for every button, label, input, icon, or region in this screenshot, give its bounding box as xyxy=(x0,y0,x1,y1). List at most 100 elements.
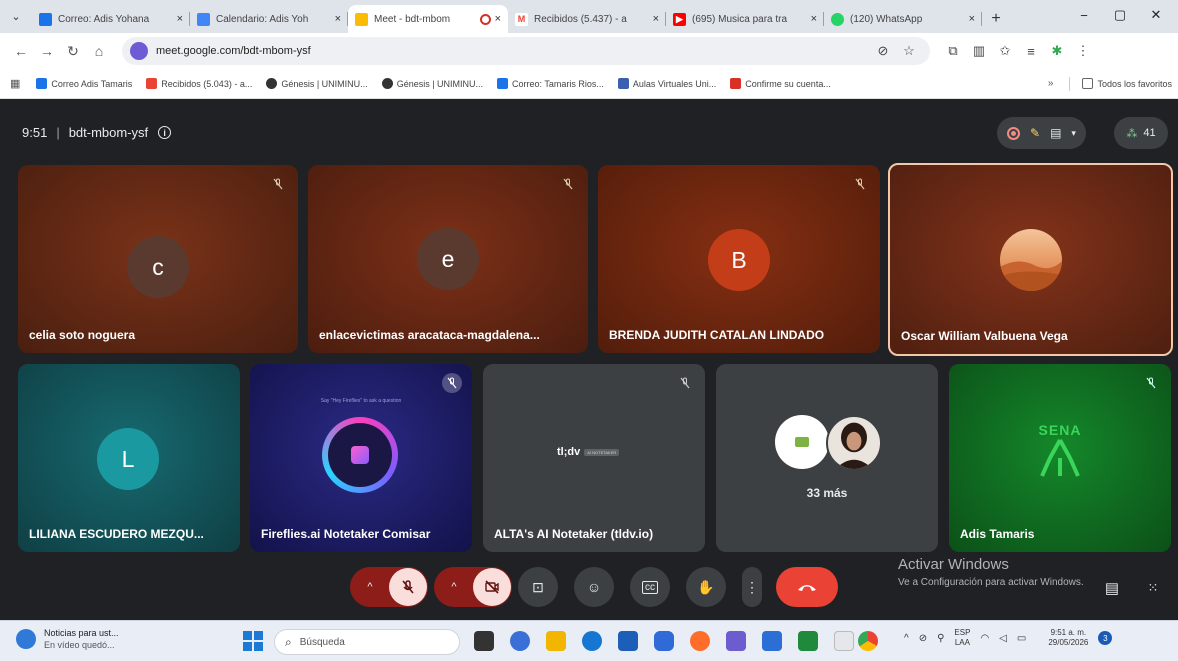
tab-close-icon[interactable]: × xyxy=(495,13,501,25)
mic-options-chevron-icon[interactable]: ^ xyxy=(351,581,389,593)
teams-icon[interactable] xyxy=(726,631,746,651)
present-icon: ⊡ xyxy=(532,578,544,595)
people-button[interactable]: ⁂ 41 xyxy=(1114,117,1168,149)
news-widget[interactable]: Noticias para ust... En vídeo quedó... xyxy=(16,628,119,650)
bookmark-item[interactable]: Aulas Virtuales Uni... xyxy=(617,78,716,89)
excel-icon[interactable] xyxy=(798,631,818,651)
all-bookmarks-button[interactable]: Todos los favoritos xyxy=(1082,78,1172,89)
participant-tile[interactable]: L LILIANA ESCUDERO MEZQU... xyxy=(18,364,240,552)
calendar-icon xyxy=(197,12,210,26)
close-window-button[interactable]: ✕ xyxy=(1138,0,1174,30)
favorites-icon[interactable]: ✩ xyxy=(992,38,1018,64)
captions-icon[interactable]: ▤ xyxy=(1050,126,1061,140)
extensions-icon[interactable]: ⧉ xyxy=(940,38,966,64)
notification-badge[interactable]: 3 xyxy=(1098,631,1113,645)
new-tab-button[interactable]: + xyxy=(982,5,1010,33)
extension-puzzle-icon[interactable]: ✱ xyxy=(1044,38,1070,64)
language-indicator[interactable]: ESP LAA xyxy=(954,628,970,648)
participant-tile[interactable]: e enlacevictimas aracataca-magdalena... xyxy=(308,165,588,353)
whatsapp-icon xyxy=(831,12,844,26)
participant-tile[interactable]: c celia soto noguera xyxy=(18,165,298,353)
reactions-button[interactable]: ☺ xyxy=(574,567,614,607)
file-explorer-icon[interactable] xyxy=(546,631,566,651)
tab-whatsapp[interactable]: (120) WhatsApp × xyxy=(824,5,982,33)
info-icon[interactable]: i xyxy=(158,126,172,139)
tab-search-chevron-icon[interactable]: ⌄ xyxy=(0,0,32,33)
tab-calendario[interactable]: Calendario: Adis Yoh × xyxy=(190,5,348,33)
participant-tile[interactable]: SENA Adis Tamaris xyxy=(949,364,1171,552)
camera-options-chevron-icon[interactable]: ^ xyxy=(435,581,473,593)
wifi-icon[interactable]: ◠ xyxy=(980,633,989,644)
tab-gmail[interactable]: M Recibidos (5.437) - a × xyxy=(508,5,666,33)
taskbar-search[interactable]: ⌕ Búsqueda xyxy=(274,629,460,655)
tab-meet[interactable]: Meet - bdt-mbom × xyxy=(348,5,508,33)
more-participants-tile[interactable]: 33 más xyxy=(716,364,938,552)
more-count: 33 más xyxy=(806,486,848,500)
split-view-icon[interactable]: ▥ xyxy=(966,38,992,64)
tray-chevron-up-icon[interactable]: ^ xyxy=(904,633,909,644)
bookmark-item[interactable]: Correo: Tamaris Rios... xyxy=(497,78,604,89)
bookmark-item[interactable]: Correo Adis Tamaris xyxy=(36,78,132,89)
site-info-icon[interactable] xyxy=(130,42,148,60)
tab-correo[interactable]: Correo: Adis Yohana × xyxy=(32,5,190,33)
back-arrow-icon[interactable]: ← xyxy=(8,38,34,64)
windows-start-icon[interactable] xyxy=(243,631,263,651)
bookmark-item[interactable]: Génesis | UNIMINU... xyxy=(266,78,368,89)
app-icon[interactable] xyxy=(834,631,854,651)
tray-app-icon[interactable]: ⊘ xyxy=(919,633,927,644)
outlook-taskbar-icon[interactable] xyxy=(762,631,782,651)
bookmark-star-icon[interactable]: ☆ xyxy=(896,38,922,64)
reload-icon[interactable]: ↻ xyxy=(60,38,86,64)
tab-close-icon[interactable]: × xyxy=(177,13,183,25)
more-vert-icon: ⋮ xyxy=(745,578,759,595)
menu-kebab-icon[interactable]: ⋮ xyxy=(1070,38,1096,64)
home-icon[interactable]: ⌂ xyxy=(86,38,112,64)
recording-icon[interactable] xyxy=(1007,126,1020,140)
chevron-down-icon[interactable]: ▾ xyxy=(1071,128,1076,139)
present-screen-button[interactable]: ⊡ xyxy=(518,567,558,607)
url-text[interactable]: meet.google.com/bdt-mbom-ysf xyxy=(156,45,870,57)
camera-blocked-icon[interactable]: ⊘ xyxy=(870,38,896,64)
participant-tile[interactable]: B BRENDA JUDITH CATALAN LINDADO xyxy=(598,165,880,353)
chat-icon[interactable]: ▤ xyxy=(1101,578,1123,598)
tab-close-icon[interactable]: × xyxy=(653,13,659,25)
more-options-button[interactable]: ⋮ xyxy=(742,567,762,607)
bookmarks-overflow-button[interactable]: » xyxy=(1048,78,1054,89)
chrome-icon[interactable] xyxy=(858,631,878,651)
clock[interactable]: 9:51 a. m. 29/05/2026 xyxy=(1048,628,1088,648)
mic-off-button[interactable] xyxy=(389,568,427,606)
captions-button[interactable]: cc xyxy=(630,567,670,607)
activities-grid-icon[interactable]: ⁙ xyxy=(1143,578,1163,598)
task-view-icon[interactable] xyxy=(474,631,494,651)
volume-icon[interactable]: ◁ xyxy=(999,633,1007,644)
tab-close-icon[interactable]: × xyxy=(335,13,341,25)
fireflies-logo-icon xyxy=(351,446,369,464)
copilot-icon[interactable] xyxy=(510,631,530,651)
apps-grid-icon[interactable]: ▦ xyxy=(10,77,20,90)
firefox-icon[interactable] xyxy=(690,631,710,651)
raise-hand-button[interactable]: ✋ xyxy=(686,567,726,607)
bookmark-item[interactable]: Génesis | UNIMINU... xyxy=(381,78,483,89)
omnibox[interactable]: meet.google.com/bdt-mbom-ysf ⊘ ☆ xyxy=(122,37,930,65)
tab-youtube[interactable]: ▶ (695) Musica para tra × xyxy=(666,5,824,33)
store-icon[interactable] xyxy=(618,631,638,651)
bookmark-item[interactable]: Confirme su cuenta... xyxy=(730,78,831,89)
camera-off-button[interactable] xyxy=(473,568,511,606)
bookmark-item[interactable]: Recibidos (5.043) - a... xyxy=(146,78,252,89)
activities-icon[interactable]: ✎ xyxy=(1030,126,1040,140)
tab-close-icon[interactable]: × xyxy=(969,13,975,25)
defender-icon[interactable] xyxy=(654,631,674,651)
usb-icon[interactable]: ⚲ xyxy=(937,633,944,644)
minimize-button[interactable]: − xyxy=(1066,0,1102,30)
forward-arrow-icon[interactable]: → xyxy=(34,38,60,64)
battery-icon[interactable]: ▭ xyxy=(1017,633,1026,644)
participant-tile[interactable]: Say "Hey Fireflies" to ask a question Fi… xyxy=(250,364,472,552)
participant-tile-speaking[interactable]: Oscar William Valbuena Vega xyxy=(888,163,1173,356)
edge-icon[interactable] xyxy=(582,631,602,651)
mic-off-icon xyxy=(675,373,695,393)
tab-close-icon[interactable]: × xyxy=(811,13,817,25)
maximize-button[interactable]: ▢ xyxy=(1102,0,1138,30)
reading-list-icon[interactable]: ≡ xyxy=(1018,38,1044,64)
participant-tile[interactable]: tl;dv AI NOTETAKER ALTA's AI Notetaker (… xyxy=(483,364,705,552)
leave-call-button[interactable] xyxy=(776,567,838,607)
